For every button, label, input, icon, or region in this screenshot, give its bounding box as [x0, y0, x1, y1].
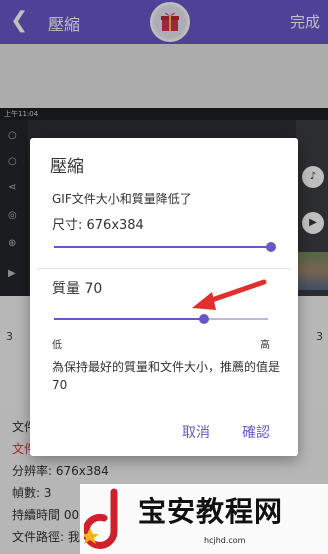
- watermark: 宝安教程网 hcjhd.com: [80, 484, 328, 554]
- size-slider-thumb[interactable]: [266, 242, 276, 252]
- watermark-url: hcjhd.com: [204, 536, 246, 545]
- quality-high-label: 高: [260, 340, 270, 351]
- confirm-button[interactable]: 確認: [242, 422, 270, 442]
- size-slider-track[interactable]: [54, 246, 270, 248]
- dialog-divider: [38, 268, 290, 269]
- dialog-title: 壓縮: [50, 157, 84, 177]
- quality-label: 質量 70: [52, 281, 103, 297]
- watermark-logo-icon: [84, 488, 118, 549]
- cancel-button[interactable]: 取消: [182, 422, 210, 442]
- dialog-subtitle: GIF文件大小和質量降低了: [52, 192, 192, 206]
- recommend-text: 為保持最好的質量和文件大小，推薦的值是70: [52, 360, 281, 392]
- red-arrow-icon: [192, 279, 267, 310]
- size-label: 尺寸: 676x384: [52, 218, 144, 233]
- quality-low-label: 低: [52, 340, 62, 351]
- quality-slider-fill: [54, 318, 204, 320]
- watermark-text: 宝安教程网: [138, 495, 284, 528]
